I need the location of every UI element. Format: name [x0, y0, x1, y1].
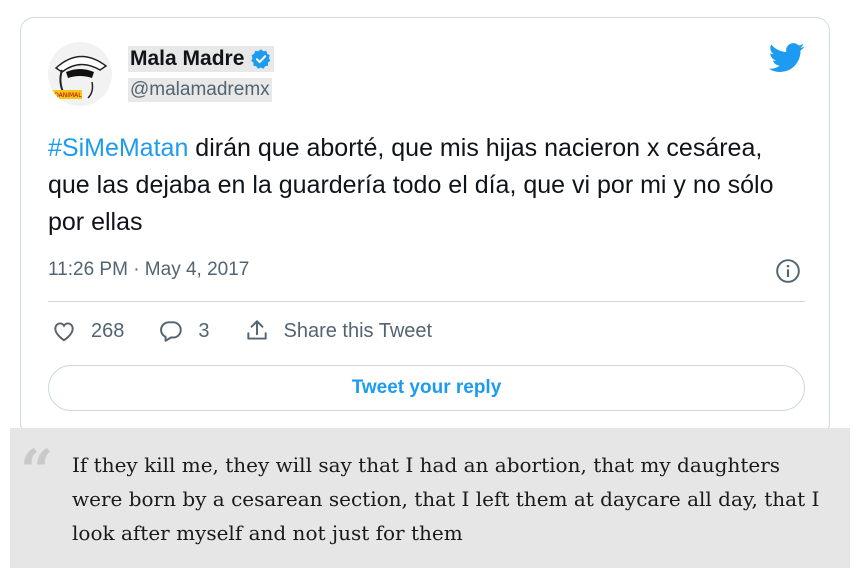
avatar[interactable]: OANIMAL — [48, 42, 112, 106]
reply-button-label: Tweet your reply — [351, 377, 502, 398]
display-name[interactable]: Mala Madre — [130, 47, 244, 71]
translation-quote: “ If they kill me, they will say that I … — [10, 428, 850, 568]
like-count: 268 — [91, 319, 125, 342]
reply-bubble-icon — [160, 321, 183, 342]
twitter-bird-icon[interactable] — [769, 43, 805, 73]
share-label: Share this Tweet — [283, 319, 433, 342]
verified-badge-icon — [251, 49, 271, 69]
tweet-card: OANIMAL Mala Madre @malamadremx #SiMeMat… — [20, 17, 830, 437]
quote-mark-icon: “ — [20, 437, 54, 505]
tweet-timestamp[interactable]: 11:26 PM · May 4, 2017 — [48, 259, 249, 281]
divider — [48, 301, 805, 302]
user-handle[interactable]: @malamadremx — [128, 78, 272, 102]
quote-text: If they kill me, they will say that I ha… — [72, 453, 820, 545]
hashtag-link[interactable]: #SiMeMatan — [48, 134, 188, 162]
tweet-reply-button[interactable]: Tweet your reply — [48, 365, 805, 411]
svg-text:OANIMAL: OANIMAL — [54, 92, 82, 99]
action-bar: 268 3 Share this Tweet — [51, 318, 466, 344]
share-icon — [246, 320, 267, 340]
share-button[interactable]: Share this Tweet — [244, 318, 433, 344]
reply-action-button[interactable]: 3 — [158, 318, 210, 344]
heart-icon — [54, 322, 74, 342]
info-icon[interactable] — [775, 258, 801, 284]
tweet-text: #SiMeMatan dirán que aborté, que mis hij… — [48, 130, 808, 241]
like-button[interactable]: 268 — [51, 318, 124, 344]
reply-count: 3 — [198, 319, 210, 342]
